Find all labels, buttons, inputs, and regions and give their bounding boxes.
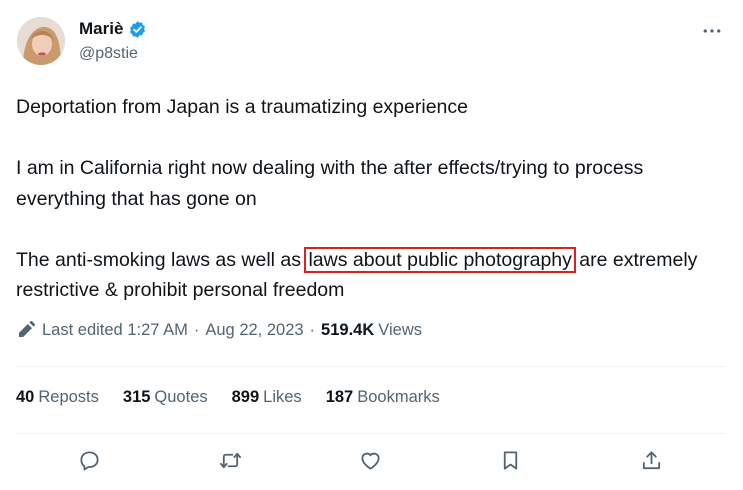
tweet-meta: Last edited 1:27 AM · Aug 22, 2023 · 519… [16, 320, 422, 340]
likes-count: 899 [231, 388, 260, 406]
likes-label: Likes [263, 388, 302, 406]
heart-icon [359, 449, 382, 477]
reply-button[interactable] [74, 448, 104, 478]
views-count: 519.4K [321, 320, 375, 339]
bookmark-button[interactable] [495, 448, 525, 478]
tweet-paragraph: The anti-smoking laws as well as laws ab… [16, 245, 716, 306]
verified-badge-icon [128, 20, 147, 39]
bookmark-icon [499, 449, 522, 477]
avatar[interactable] [17, 17, 65, 65]
more-horizontal-icon [702, 21, 722, 39]
quotes-stat[interactable]: 315 Quotes [123, 388, 208, 407]
share-icon [640, 449, 663, 477]
separator: · [309, 320, 316, 339]
tweet-text-segment: The anti-smoking laws as well as [16, 248, 307, 271]
quotes-label: Quotes [154, 388, 208, 406]
separator: · [193, 320, 200, 339]
engagement-stats: 40 Reposts 315 Quotes 899 Likes 187 Book… [16, 388, 464, 407]
reposts-label: Reposts [38, 388, 99, 406]
author-name[interactable]: Mariè [79, 19, 123, 39]
tweet-paragraph: Deportation from Japan is a traumatizing… [16, 96, 468, 118]
tweet-paragraph: I am in California right now dealing wit… [16, 157, 644, 210]
bookmarks-count: 187 [325, 388, 354, 406]
highlighted-phrase: laws about public photography [304, 246, 576, 273]
divider [16, 433, 726, 434]
pencil-icon [16, 320, 36, 340]
bookmarks-stat[interactable]: 187 Bookmarks [326, 388, 440, 407]
repost-icon [219, 449, 242, 477]
tweet-body: Deportation from Japan is a traumatizing… [16, 92, 716, 306]
reposts-count: 40 [16, 388, 35, 406]
quotes-count: 315 [122, 388, 151, 406]
tweet-card: Mariè @p8stie Deportation from Japan is … [0, 0, 743, 490]
repost-button[interactable] [215, 448, 245, 478]
bookmarks-label: Bookmarks [357, 388, 440, 406]
views-label: Views [378, 320, 422, 339]
divider [16, 366, 726, 367]
like-button[interactable] [355, 448, 385, 478]
reposts-stat[interactable]: 40 Reposts [16, 388, 99, 407]
reply-icon [78, 449, 101, 477]
more-options-button[interactable] [698, 18, 726, 42]
tweet-date[interactable]: Aug 22, 2023 [205, 321, 303, 340]
action-bar [0, 448, 743, 478]
share-button[interactable] [636, 448, 666, 478]
tweet-time[interactable]: 1:27 AM [127, 321, 188, 340]
likes-stat[interactable]: 899 Likes [232, 388, 302, 407]
last-edited-label[interactable]: Last edited [42, 321, 123, 340]
author-handle[interactable]: @p8stie [79, 45, 138, 63]
